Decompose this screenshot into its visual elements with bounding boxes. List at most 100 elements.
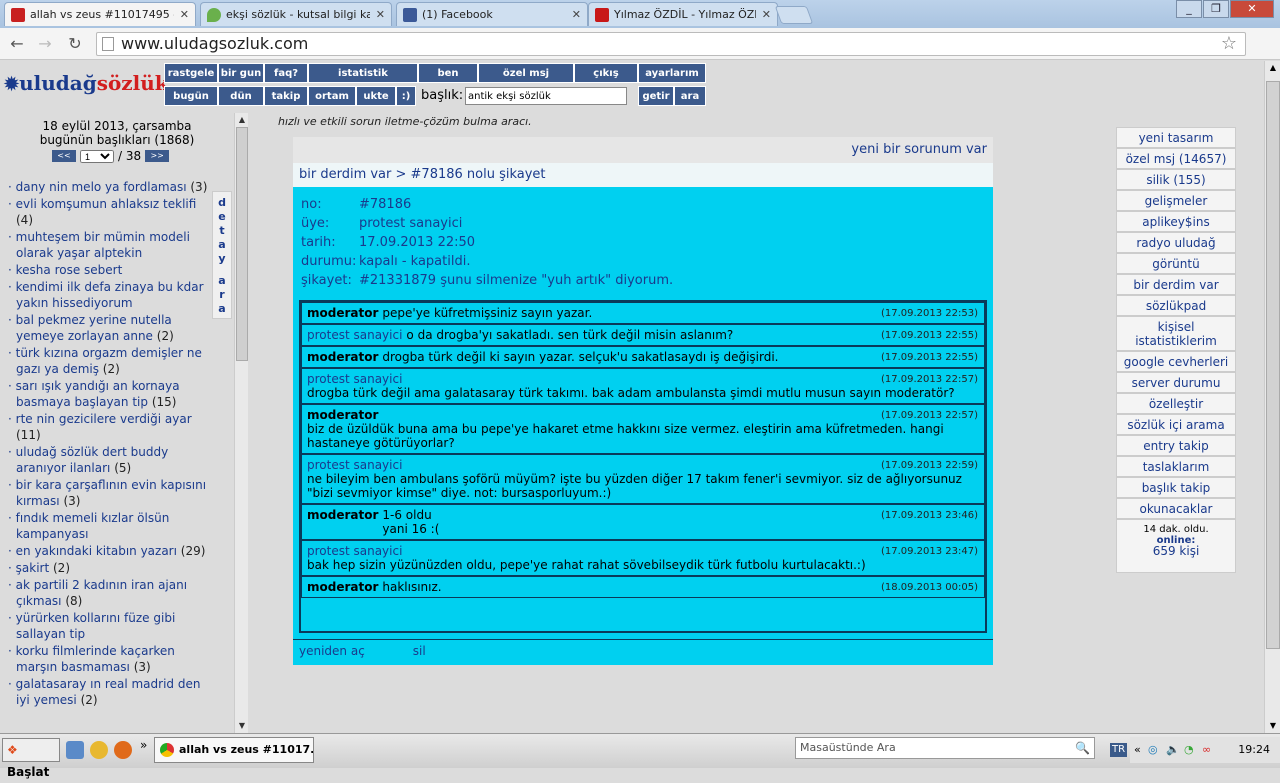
right-menu-item[interactable]: server durumu bbox=[1116, 372, 1236, 393]
topic-title[interactable]: şakirt bbox=[16, 561, 50, 575]
topic-item[interactable]: · bal pekmez yerine nutella yemeye zorla… bbox=[8, 312, 208, 344]
breadcrumb[interactable]: bir derdim var > #78186 nolu şikayet bbox=[293, 163, 993, 187]
topic-item[interactable]: · türk kızına orgazm demişler ne gazı ya… bbox=[8, 345, 208, 377]
right-menu-item[interactable]: silik (155) bbox=[1116, 169, 1236, 190]
message-author[interactable]: moderator bbox=[307, 508, 378, 522]
reopen-link[interactable]: yeniden aç bbox=[299, 644, 365, 658]
message-author[interactable]: moderator bbox=[307, 350, 378, 364]
topic-title[interactable]: korku filmlerinde kaçarken marşın basmam… bbox=[16, 644, 175, 674]
new-tab-button[interactable] bbox=[774, 6, 814, 24]
message-author[interactable]: moderator bbox=[307, 580, 378, 594]
detay-ara-tab[interactable]: d e t a y a r a bbox=[212, 191, 232, 319]
close-icon[interactable]: ✕ bbox=[180, 8, 189, 21]
topic-item[interactable]: · korku filmlerinde kaçarken marşın basm… bbox=[8, 643, 208, 675]
message-author[interactable]: moderator bbox=[307, 408, 378, 422]
topic-item[interactable]: · sarı ışık yandığı an kornaya basmaya b… bbox=[8, 378, 208, 410]
topic-title[interactable]: galatasaray ın real madrid den iyi yemes… bbox=[16, 677, 201, 707]
search-icon[interactable]: 🔍 bbox=[1075, 738, 1090, 758]
delete-link[interactable]: sil bbox=[413, 644, 426, 658]
message-author[interactable]: moderator bbox=[307, 306, 378, 320]
message-author[interactable]: protest sanayici bbox=[307, 458, 402, 472]
scroll-down-icon[interactable]: ▼ bbox=[1265, 719, 1280, 733]
topic-title[interactable]: kesha rose sebert bbox=[16, 263, 123, 277]
topic-item[interactable]: · ak partili 2 kadının iran ajanı çıkmas… bbox=[8, 577, 208, 609]
nav-faq[interactable]: faq? bbox=[264, 63, 308, 83]
right-menu-item[interactable]: aplikey$ins bbox=[1116, 211, 1236, 232]
close-window-icon[interactable]: ✕ bbox=[1230, 0, 1274, 18]
topic-title[interactable]: evli komşumun ahlaksız teklifi bbox=[16, 197, 197, 211]
right-menu-item[interactable]: başlık takip bbox=[1116, 477, 1236, 498]
topic-item[interactable]: · rte nin gezicilere verdiği ayar (11) bbox=[8, 411, 208, 443]
topic-item[interactable]: · şakirt (2) bbox=[8, 560, 208, 576]
minimize-icon[interactable]: _ bbox=[1176, 0, 1202, 18]
scroll-thumb[interactable] bbox=[1266, 81, 1280, 649]
right-menu-item[interactable]: kişisel istatistiklerim bbox=[1116, 316, 1236, 351]
info-value[interactable]: #21331879 şunu silmenize "yuh artık" diy… bbox=[359, 271, 673, 290]
topic-item[interactable]: · muhteşem bir mümin modeli olarak yaşar… bbox=[8, 229, 208, 261]
scroll-up-icon[interactable]: ▲ bbox=[235, 113, 249, 127]
right-menu-item[interactable]: radyo uludağ bbox=[1116, 232, 1236, 253]
tab-facebook[interactable]: (1) Facebook ✕ bbox=[396, 2, 588, 26]
topic-title[interactable]: yürürken kollarını füze gibi sallayan ti… bbox=[16, 611, 176, 641]
right-menu-item[interactable]: entry takip bbox=[1116, 435, 1236, 456]
topic-item[interactable]: · yürürken kollarını füze gibi sallayan … bbox=[8, 610, 208, 642]
prev-page-button[interactable]: << bbox=[52, 150, 76, 162]
nav-cikis[interactable]: çıkış bbox=[574, 63, 638, 83]
right-menu-item[interactable]: google cevherleri bbox=[1116, 351, 1236, 372]
today-topics[interactable]: bugünün başlıkları (1868) bbox=[0, 133, 234, 147]
site-logo[interactable]: ✹uludağsözlük bbox=[4, 71, 169, 95]
message-author[interactable]: protest sanayici bbox=[307, 328, 402, 342]
topic-title[interactable]: muhteşem bir mümin modeli olarak yaşar a… bbox=[16, 230, 190, 260]
new-issue-link[interactable]: yeni bir sorunum var bbox=[851, 142, 987, 157]
clock-app-icon[interactable] bbox=[90, 741, 108, 759]
scroll-up-icon[interactable]: ▲ bbox=[1265, 61, 1280, 75]
scroll-thumb[interactable] bbox=[236, 127, 248, 361]
nav-ben[interactable]: ben bbox=[418, 63, 478, 83]
page-select[interactable]: 1 bbox=[80, 149, 114, 163]
right-menu-item[interactable]: sözlükpad bbox=[1116, 295, 1236, 316]
start-button[interactable]: ❖ Başlat bbox=[2, 738, 60, 779]
nav-ozel-msj[interactable]: özel msj bbox=[478, 63, 574, 83]
ie-icon[interactable] bbox=[66, 741, 84, 759]
topic-item[interactable]: · galatasaray ın real madrid den iyi yem… bbox=[8, 676, 208, 708]
chevron-icon[interactable]: » bbox=[140, 738, 147, 752]
topic-item[interactable]: · dany nin melo ya fordlaması (3) bbox=[8, 179, 208, 195]
scroll-down-icon[interactable]: ▼ bbox=[235, 719, 249, 733]
messenger-icon[interactable]: ◔ bbox=[1184, 737, 1194, 763]
nav-bir-gun[interactable]: bir gun bbox=[218, 63, 264, 83]
right-menu-item[interactable]: taslaklarım bbox=[1116, 456, 1236, 477]
right-menu-item[interactable]: sözlük içi arama bbox=[1116, 414, 1236, 435]
desktop-search-input[interactable]: Masaüstünde Ara 🔍 bbox=[795, 737, 1095, 759]
nav-ukte[interactable]: ukte bbox=[356, 86, 396, 106]
taskbar-chrome-task[interactable]: allah vs zeus #11017... bbox=[154, 737, 314, 763]
tab-eksi-sozluk[interactable]: ekşi sözlük - kutsal bilgi kayna ✕ bbox=[200, 2, 392, 26]
topic-item[interactable]: · kesha rose sebert bbox=[8, 262, 208, 278]
nav-ortam[interactable]: ortam bbox=[308, 86, 356, 106]
language-indicator[interactable]: TR bbox=[1110, 743, 1128, 757]
right-menu-item[interactable]: gelişmeler bbox=[1116, 190, 1236, 211]
topic-item[interactable]: · bir kara çarşaflının evin kapısını kır… bbox=[8, 477, 208, 509]
topic-title[interactable]: dany nin melo ya fordlaması bbox=[16, 180, 187, 194]
right-menu-item[interactable]: özelleştir bbox=[1116, 393, 1236, 414]
nav-takip[interactable]: takip bbox=[264, 86, 308, 106]
network-icon[interactable]: ◎ bbox=[1148, 737, 1158, 763]
reload-icon[interactable]: ↻ bbox=[64, 34, 86, 54]
restore-icon[interactable]: ❐ bbox=[1203, 0, 1229, 18]
forward-icon[interactable]: → bbox=[34, 34, 56, 54]
topic-title[interactable]: bal pekmez yerine nutella yemeye zorlaya… bbox=[16, 313, 172, 343]
clock[interactable]: 19:24 bbox=[1238, 737, 1270, 763]
topic-item[interactable]: · uludağ sözlük dert buddy aranıyor ilan… bbox=[8, 444, 208, 476]
right-menu-item[interactable]: okunacaklar bbox=[1116, 498, 1236, 519]
info-value[interactable]: protest sanayici bbox=[359, 214, 462, 233]
tab-yilmaz-ozdil[interactable]: Yılmaz ÖZDİL - Yılmaz ÖZDİL ✕ bbox=[588, 2, 778, 26]
page-scrollbar[interactable]: ▲ ▼ bbox=[1264, 61, 1280, 733]
nav-bugun[interactable]: bugün bbox=[164, 86, 218, 106]
firefox-icon[interactable] bbox=[114, 741, 132, 759]
back-icon[interactable]: ← bbox=[6, 34, 28, 54]
bookmark-star-icon[interactable]: ☆ bbox=[1221, 33, 1237, 55]
baslik-input[interactable] bbox=[465, 87, 627, 105]
topic-title[interactable]: ak partili 2 kadının iran ajanı çıkması bbox=[16, 578, 187, 608]
tab-allah-vs-zeus[interactable]: allah vs zeus #11017495 - ul ✕ bbox=[4, 2, 196, 26]
nav-ayarlarim[interactable]: ayarlarım bbox=[638, 63, 706, 83]
close-icon[interactable]: ✕ bbox=[572, 8, 581, 21]
